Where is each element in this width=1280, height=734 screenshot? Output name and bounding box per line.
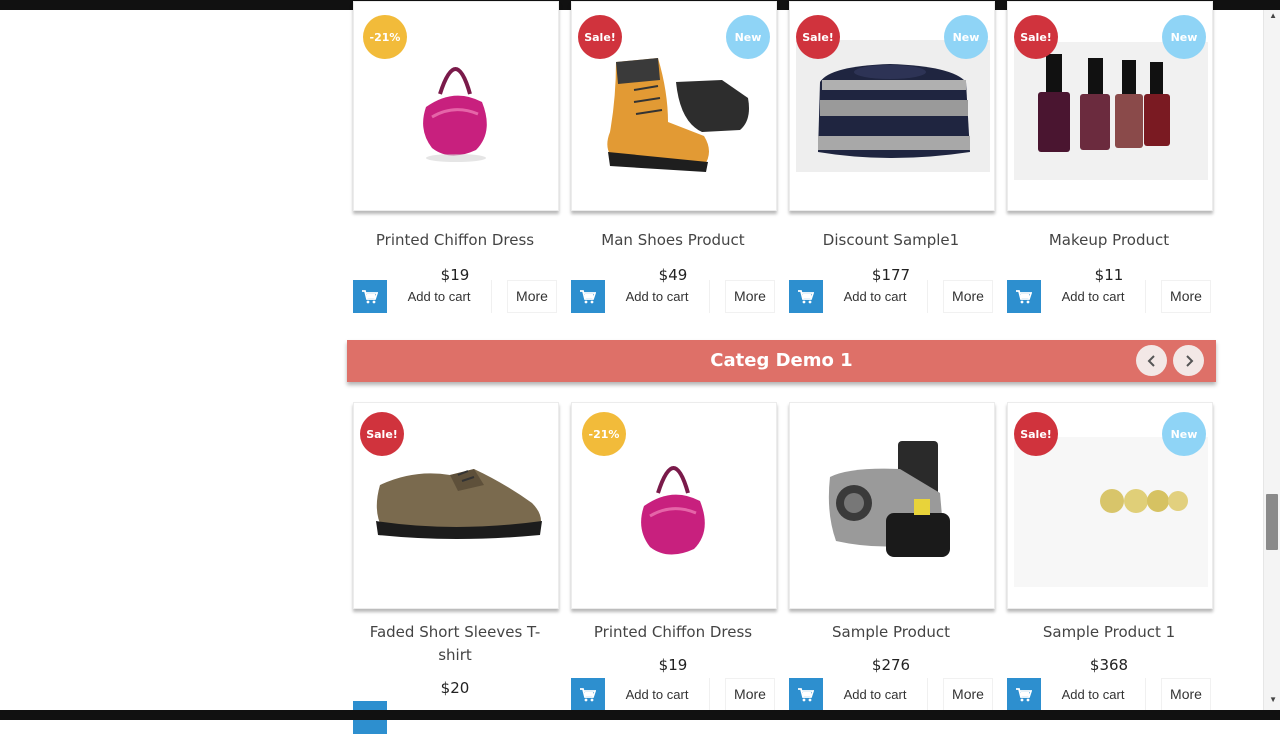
more-button[interactable]: More: [507, 280, 557, 313]
page-scrollbar[interactable]: ▲ ▼: [1263, 10, 1280, 710]
more-button[interactable]: More: [1161, 678, 1211, 711]
add-to-cart-button[interactable]: [789, 280, 823, 313]
product-image-frame[interactable]: Sale! New: [571, 1, 777, 211]
add-to-cart-label[interactable]: Add to cart: [605, 678, 710, 711]
product-name[interactable]: Printed Chiffon Dress: [353, 229, 557, 252]
add-to-cart-label[interactable]: Add to cart: [1041, 280, 1146, 313]
shopping-cart-icon: [1016, 687, 1032, 701]
carousel-prev-button[interactable]: [1136, 345, 1167, 376]
product-image-frame[interactable]: -21%: [353, 1, 559, 211]
product-image-frame[interactable]: Sale! New: [1007, 1, 1213, 211]
shopping-cart-icon: [580, 289, 596, 303]
product-image-frame[interactable]: [789, 402, 995, 609]
new-badge: New: [1162, 15, 1206, 59]
product-name[interactable]: Makeup Product: [1007, 229, 1211, 252]
product-name[interactable]: Man Shoes Product: [571, 229, 775, 252]
scrollbar-thumb[interactable]: [1266, 494, 1278, 550]
product-price: $20: [440, 679, 470, 697]
add-to-cart-button[interactable]: [789, 678, 823, 711]
product-name[interactable]: Sample Product 1: [1007, 621, 1211, 644]
add-to-cart-button[interactable]: [571, 678, 605, 711]
add-to-cart-button[interactable]: [353, 280, 387, 313]
browser-bottom-edge: [0, 710, 1280, 720]
more-button[interactable]: More: [725, 678, 775, 711]
product-price: $19: [658, 656, 688, 674]
scroll-up-arrow-icon[interactable]: ▲: [1269, 12, 1277, 20]
add-to-cart-label[interactable]: Add to cart: [387, 280, 492, 313]
shopping-cart-icon: [580, 687, 596, 701]
add-to-cart-button[interactable]: [571, 280, 605, 313]
add-to-cart-button[interactable]: [1007, 678, 1041, 711]
sale-badge: Sale!: [578, 15, 622, 59]
add-to-cart-label[interactable]: Add to cart: [823, 280, 928, 313]
add-to-cart-label[interactable]: Add to cart: [823, 678, 928, 711]
more-button[interactable]: More: [725, 280, 775, 313]
new-badge: New: [1162, 412, 1206, 456]
carousel-next-button[interactable]: [1173, 345, 1204, 376]
shopping-cart-icon: [1016, 289, 1032, 303]
camera-image: [828, 441, 950, 557]
sale-badge: Sale!: [796, 15, 840, 59]
product-name[interactable]: Printed Chiffon Dress: [571, 621, 775, 644]
product-name[interactable]: Discount Sample1: [789, 229, 993, 252]
category-title: Categ Demo 1: [710, 350, 853, 371]
chevron-left-icon: [1147, 354, 1155, 367]
sale-badge: Sale!: [1014, 412, 1058, 456]
product-image-frame[interactable]: Sale!: [353, 402, 559, 609]
new-badge: New: [944, 15, 988, 59]
discount-badge: -21%: [363, 15, 407, 59]
product-image-frame[interactable]: Sale! New: [1007, 402, 1213, 609]
product-image-frame[interactable]: Sale! New: [789, 1, 995, 211]
product-name[interactable]: Faded Short Sleeves T-shirt: [353, 621, 557, 667]
discount-badge: -21%: [582, 412, 626, 456]
product-price: $368: [1089, 656, 1129, 674]
add-to-cart-button[interactable]: [1007, 280, 1041, 313]
shopping-cart-icon: [798, 687, 814, 701]
shopping-cart-icon: [798, 289, 814, 303]
more-button[interactable]: More: [943, 678, 993, 711]
add-to-cart-label[interactable]: Add to cart: [605, 280, 710, 313]
sale-badge: Sale!: [360, 412, 404, 456]
product-price: $276: [871, 656, 911, 674]
more-button[interactable]: More: [1161, 280, 1211, 313]
product-name[interactable]: Sample Product: [789, 621, 993, 644]
category-header-bar: Categ Demo 1: [347, 340, 1216, 382]
add-to-cart-label[interactable]: Add to cart: [1041, 678, 1146, 711]
more-button[interactable]: More: [943, 280, 993, 313]
product-image-frame[interactable]: -21%: [571, 402, 777, 609]
sale-badge: Sale!: [1014, 15, 1058, 59]
new-badge: New: [726, 15, 770, 59]
shopping-cart-icon: [362, 289, 378, 303]
scroll-down-arrow-icon[interactable]: ▼: [1269, 696, 1277, 704]
chevron-right-icon: [1185, 354, 1193, 367]
